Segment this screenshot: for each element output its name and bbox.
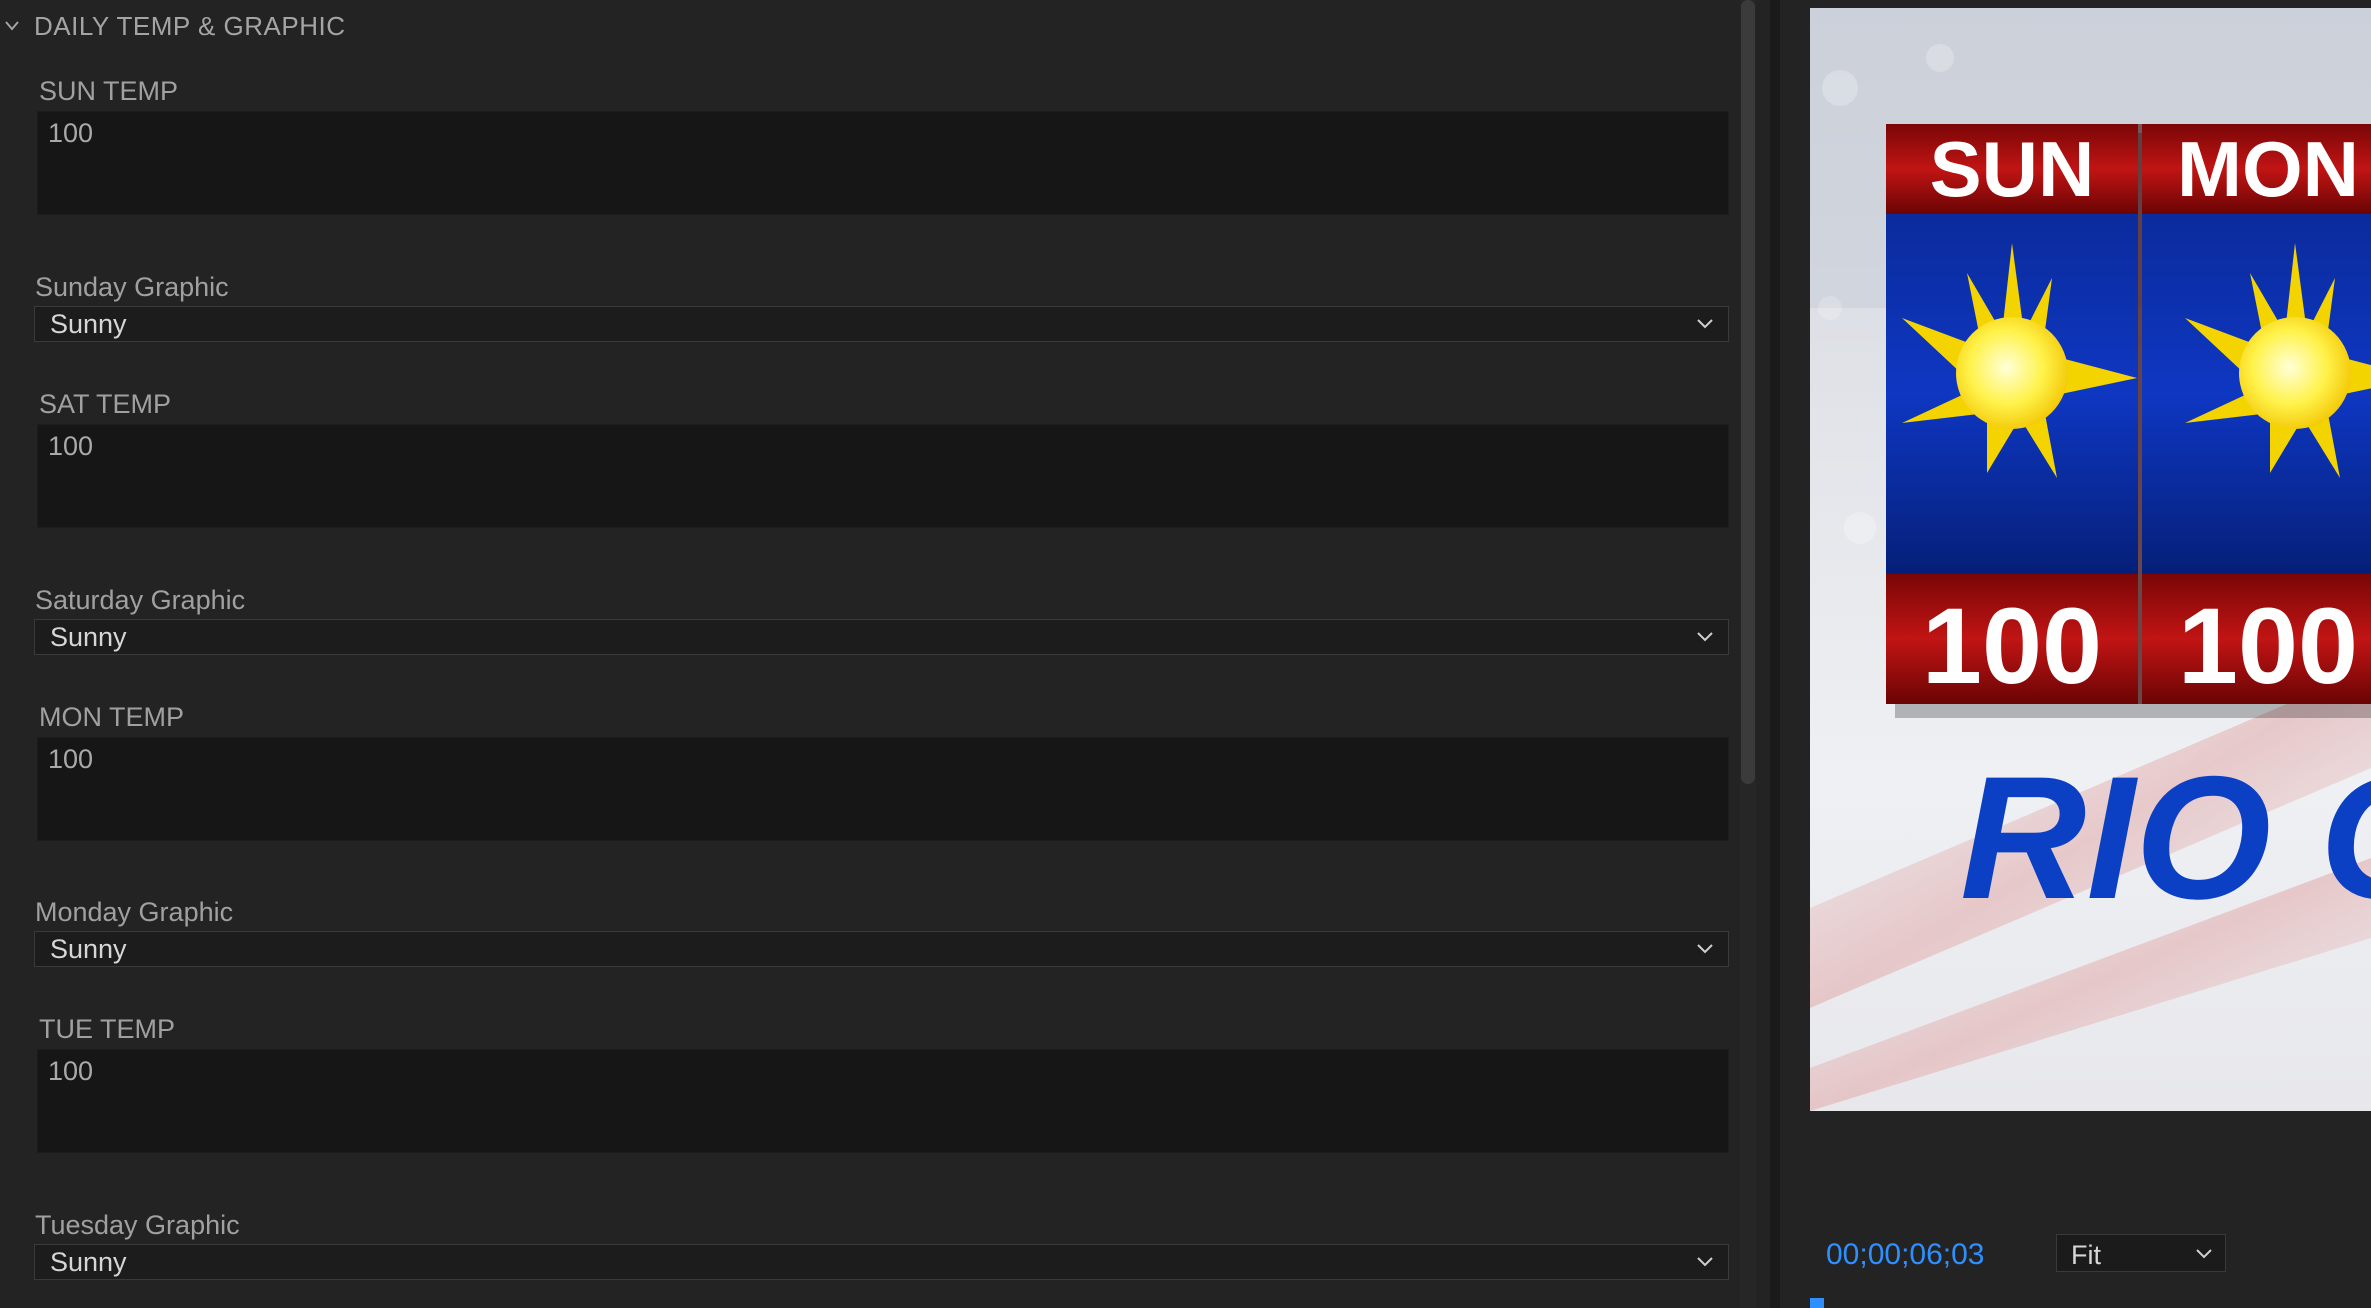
video-preview[interactable]: SUN 100 MON 100 RIO G [1810,8,2371,1111]
day-label: MON [2177,125,2359,213]
chevron-down-icon [2196,1249,2212,1259]
section-title: DAILY TEMP & GRAPHIC [34,10,346,41]
tue-temp-field[interactable]: 100 [37,1049,1729,1153]
sun-temp-label: SUN TEMP [39,76,179,106]
monday-graphic-select[interactable]: Sunny [34,931,1729,967]
tue-temp-value: 100 [48,1056,94,1086]
sat-temp-field[interactable]: 100 [37,424,1729,528]
sat-temp-value: 100 [48,431,94,461]
tuesday-graphic-select[interactable]: Sunny [34,1244,1729,1280]
panel-divider[interactable] [1770,0,1780,1308]
zoom-select[interactable]: Fit [2056,1234,2226,1272]
tuesday-graphic-label: Tuesday Graphic [35,1210,240,1240]
tuesday-graphic-value: Sunny [50,1247,127,1277]
mon-temp-label: MON TEMP [39,702,185,732]
tue-temp-label: TUE TEMP [39,1014,176,1044]
saturday-graphic-select[interactable]: Sunny [34,619,1729,655]
chevron-down-icon [1697,944,1713,954]
day-label: SUN [1930,125,2095,213]
sunday-graphic-value: Sunny [50,309,127,339]
sunday-graphic-select[interactable]: Sunny [34,306,1729,342]
weather-graphic: SUN 100 MON 100 RIO G [1810,8,2371,1111]
chevron-down-icon [1697,1257,1713,1267]
playhead-marker[interactable] [1810,1298,1824,1308]
chevron-down-icon [1697,319,1713,329]
chevron-down-icon[interactable] [4,18,20,34]
zoom-value: Fit [2071,1240,2101,1270]
playhead-timecode[interactable]: 00;00;06;03 [1826,1238,1984,1272]
forecast-card-mon: MON 100 [2142,124,2371,706]
essential-graphics-panel: DAILY TEMP & GRAPHIC SUN TEMP 100 Sunday… [0,0,1740,1308]
chevron-down-icon [1697,632,1713,642]
sun-temp-field[interactable]: 100 [37,111,1729,215]
temp-label: 100 [1922,585,2102,706]
scrollbar-thumb[interactable] [1741,0,1755,784]
sun-temp-value: 100 [48,118,94,148]
monday-graphic-value: Sunny [50,934,127,964]
sat-temp-label: SAT TEMP [39,389,172,419]
temp-label: 100 [2178,585,2358,706]
section-header[interactable]: DAILY TEMP & GRAPHIC [0,8,346,44]
sunday-graphic-label: Sunday Graphic [35,272,229,302]
saturday-graphic-label: Saturday Graphic [35,585,246,615]
mon-temp-field[interactable]: 100 [37,737,1729,841]
mon-temp-value: 100 [48,744,94,774]
monday-graphic-label: Monday Graphic [35,897,234,927]
caption-text: RIO G [1960,741,2371,936]
forecast-card-sun: SUN 100 [1886,124,2138,706]
saturday-graphic-value: Sunny [50,622,127,652]
